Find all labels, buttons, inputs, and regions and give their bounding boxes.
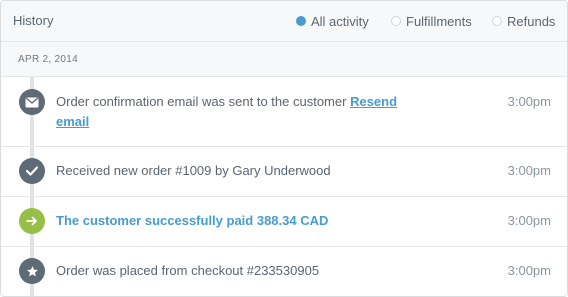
event-message: Order confirmation email was sent to the… — [56, 94, 347, 109]
event-message: The customer successfully paid 388.34 CA… — [56, 213, 329, 228]
event-description: Order was placed from checkout #23353090… — [56, 261, 416, 281]
arrow-right-icon — [19, 208, 45, 234]
filter-label: Refunds — [507, 13, 556, 29]
event-description: Received new order #1009 by Gary Underwo… — [56, 161, 416, 181]
date-label: APR 2, 2014 — [18, 54, 79, 65]
event-time: 3:00pm — [507, 94, 551, 109]
timeline-event: The customer successfully paid 388.34 CA… — [1, 197, 567, 247]
star-icon — [19, 258, 45, 284]
filter-label: Fulfillments — [406, 13, 472, 29]
checkmark-icon — [19, 158, 45, 184]
date-group-header: APR 2, 2014 — [1, 42, 567, 77]
radio-selected-icon[interactable] — [296, 16, 306, 26]
radio-icon[interactable] — [492, 16, 502, 26]
event-time: 3:00pm — [507, 263, 551, 278]
radio-icon[interactable] — [391, 16, 401, 26]
history-header: History All activity Fulfillments Refund… — [1, 1, 567, 42]
filter-fulfillments[interactable]: Fulfillments — [391, 13, 472, 29]
timeline-event: Received new order #1009 by Gary Underwo… — [1, 147, 567, 197]
event-message: Order was placed from checkout #23353090… — [56, 263, 320, 278]
timeline-event: Order confirmation email was sent to the… — [1, 77, 567, 147]
filter-refunds[interactable]: Refunds — [492, 13, 555, 29]
filter-label: All activity — [311, 13, 369, 29]
history-title: History — [13, 13, 54, 28]
event-time: 3:00pm — [507, 163, 551, 178]
event-description: Order confirmation email was sent to the… — [56, 92, 416, 132]
envelope-icon — [19, 89, 45, 115]
event-description: The customer successfully paid 388.34 CA… — [56, 211, 416, 231]
history-panel: History All activity Fulfillments Refund… — [0, 0, 568, 297]
timeline-event: Order was placed from checkout #23353090… — [1, 247, 567, 296]
event-message: Received new order #1009 by Gary Underwo… — [56, 163, 331, 178]
filter-all-activity[interactable]: All activity — [296, 13, 369, 29]
event-time: 3:00pm — [507, 213, 551, 228]
